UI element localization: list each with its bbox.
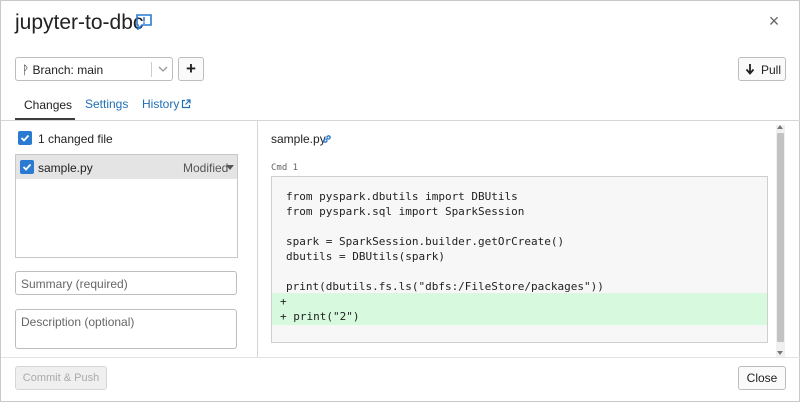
summary-input[interactable]: Summary (required) [15,271,237,295]
dialog-title: jupyter-to-dbc [15,11,144,34]
checkmark-icon [22,163,32,171]
tab-changes-label: Changes [24,98,73,112]
chevron-down-icon [158,66,168,72]
pull-label: Pull [761,63,782,77]
code-line: from pyspark.sql import SparkSession [286,205,525,218]
git-dialog: jupyter-to-dbc × ᚹ Branch: main + Pull C… [0,0,800,402]
description-input[interactable]: Description (optional) [15,309,237,349]
branch-select[interactable]: ᚹ Branch: main [15,57,173,81]
arrow-down-icon [745,64,755,75]
code-line: spark = SparkSession.builder.getOrCreate… [286,235,565,248]
scroll-up-icon[interactable] [777,125,783,129]
tab-settings-label: Settings [85,97,129,111]
diff-scrollbar[interactable] [776,125,785,357]
scroll-down-icon[interactable] [777,351,783,355]
tab-changes[interactable]: Changes [15,97,75,121]
added-code-line: + print("2") [280,310,360,323]
close-button[interactable]: Close [738,366,786,390]
scrollbar-thumb[interactable] [777,133,784,342]
list-item[interactable]: sample.py Modified [16,155,237,179]
caret-down-icon[interactable] [226,165,234,170]
cmd-label: Cmd 1 [271,163,299,173]
tab-settings[interactable]: Settings [85,97,128,121]
select-divider [151,62,152,77]
file-status[interactable]: Modified [183,161,228,175]
tab-history-label: History [142,97,180,111]
code-line: dbutils = DBUtils(spark) [286,250,445,263]
branch-select-label: ᚹ Branch: main [22,63,104,77]
added-lines-block: + + print("2") [272,293,767,325]
changed-file-count: 1 changed file [38,132,113,146]
feedback-icon[interactable] [135,14,153,30]
changed-file-list: sample.py Modified [15,154,238,258]
tab-history[interactable]: History [142,97,191,121]
code-line: print(dbutils.fs.ls("dbfs:/FileStore/pac… [286,280,604,293]
add-branch-button[interactable]: + [178,57,204,81]
code-diff: from pyspark.dbutils import DBUtils from… [271,176,768,343]
code-line: from pyspark.dbutils import DBUtils [286,190,518,203]
checkmark-icon [20,134,30,142]
file-checkbox[interactable] [20,160,34,174]
diff-panel: sample.py Cmd 1 from pyspark.dbutils imp… [259,121,789,357]
diff-file-name: sample.py [271,132,326,146]
external-link-icon [182,99,191,109]
file-name: sample.py [38,161,93,175]
link-icon[interactable] [321,133,333,145]
added-code-line: + [280,295,287,308]
pull-button[interactable]: Pull [738,57,786,81]
close-icon[interactable]: × [766,12,782,30]
changes-panel: 1 changed file sample.py Modified Summar… [1,121,258,357]
select-all-checkbox[interactable] [18,131,32,145]
commit-push-button[interactable]: Commit & Push [15,366,107,390]
footer-divider [1,357,800,358]
